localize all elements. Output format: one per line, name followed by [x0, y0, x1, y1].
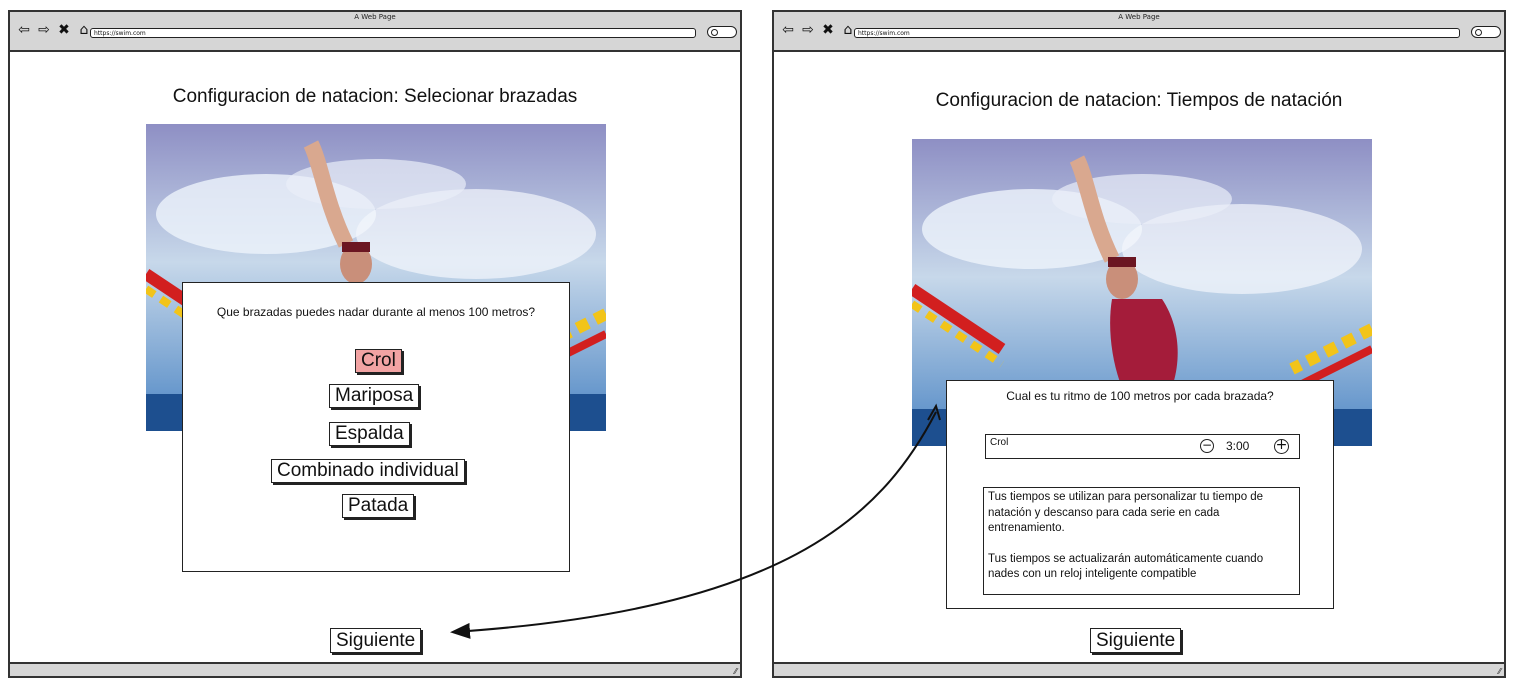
close-icon[interactable]: ✖	[820, 22, 836, 38]
option-patada[interactable]: Patada	[342, 494, 415, 518]
option-mariposa[interactable]: Mariposa	[329, 384, 420, 408]
arrow-right-icon[interactable]: ⇨	[36, 22, 52, 38]
pace-question: Cual es tu ritmo de 100 metros por cada …	[1006, 389, 1274, 403]
arrow-right-icon[interactable]: ⇨	[800, 22, 816, 38]
browser-window-times: A Web Page ⇦ ⇨ ✖ ⌂ https://swim.com Conf…	[772, 10, 1506, 678]
next-button[interactable]: Siguiente	[330, 628, 422, 653]
browser-toolbar: A Web Page ⇦ ⇨ ✖ ⌂ https://swim.com	[10, 12, 740, 52]
page-title: Configuracion de natacion: Selecionar br…	[172, 86, 578, 107]
browser-window-strokes: A Web Page ⇦ ⇨ ✖ ⌂ https://swim.com Conf…	[8, 10, 742, 678]
pace-row-crol: Crol − 3:00 +	[985, 434, 1300, 459]
info-paragraph: Tus tiempos se utilizan para personaliza…	[988, 491, 1264, 534]
close-icon[interactable]: ✖	[56, 22, 72, 38]
status-bar: ⁄⁄	[10, 662, 740, 676]
status-bar: ⁄⁄	[774, 662, 1504, 676]
plus-circle-icon[interactable]: +	[1274, 438, 1289, 454]
option-espalda[interactable]: Espalda	[329, 422, 410, 446]
window-title: A Web Page	[354, 13, 396, 21]
nav-buttons: ⇦ ⇨ ✖ ⌂	[16, 22, 92, 38]
option-combinado-individual[interactable]: Combinado individual	[271, 459, 465, 483]
url-bar[interactable]: https://swim.com	[854, 28, 1460, 38]
option-crol[interactable]: Crol	[355, 349, 402, 373]
strokes-dialog: Que brazadas puedes nadar durante al men…	[182, 282, 570, 572]
next-button[interactable]: Siguiente	[1090, 628, 1182, 653]
search-icon[interactable]	[1471, 26, 1501, 38]
url-bar[interactable]: https://swim.com	[90, 28, 696, 38]
pace-dialog: Cual es tu ritmo de 100 metros por cada …	[946, 380, 1334, 609]
page-title: Configuracion de natacion: Tiempos de na…	[935, 90, 1343, 111]
window-title: A Web Page	[1118, 13, 1160, 21]
arrow-left-icon[interactable]: ⇦	[780, 22, 796, 38]
arrow-left-icon[interactable]: ⇦	[16, 22, 32, 38]
strokes-question: Que brazadas puedes nadar durante al men…	[216, 305, 536, 319]
minus-circle-icon[interactable]: −	[1200, 439, 1214, 453]
nav-buttons: ⇦ ⇨ ✖ ⌂	[780, 22, 856, 38]
info-box: Tus tiempos se utilizan para personaliza…	[983, 487, 1300, 595]
pace-stroke-label: Crol	[990, 437, 1009, 448]
resize-grip-icon[interactable]: ⁄⁄	[1498, 667, 1501, 676]
browser-toolbar: A Web Page ⇦ ⇨ ✖ ⌂ https://swim.com	[774, 12, 1504, 52]
info-paragraph: Tus tiempos se actualizarán automáticame…	[988, 552, 1264, 581]
pace-value[interactable]: 3:00	[1226, 439, 1249, 453]
search-icon[interactable]	[707, 26, 737, 38]
resize-grip-icon[interactable]: ⁄⁄	[734, 667, 737, 676]
